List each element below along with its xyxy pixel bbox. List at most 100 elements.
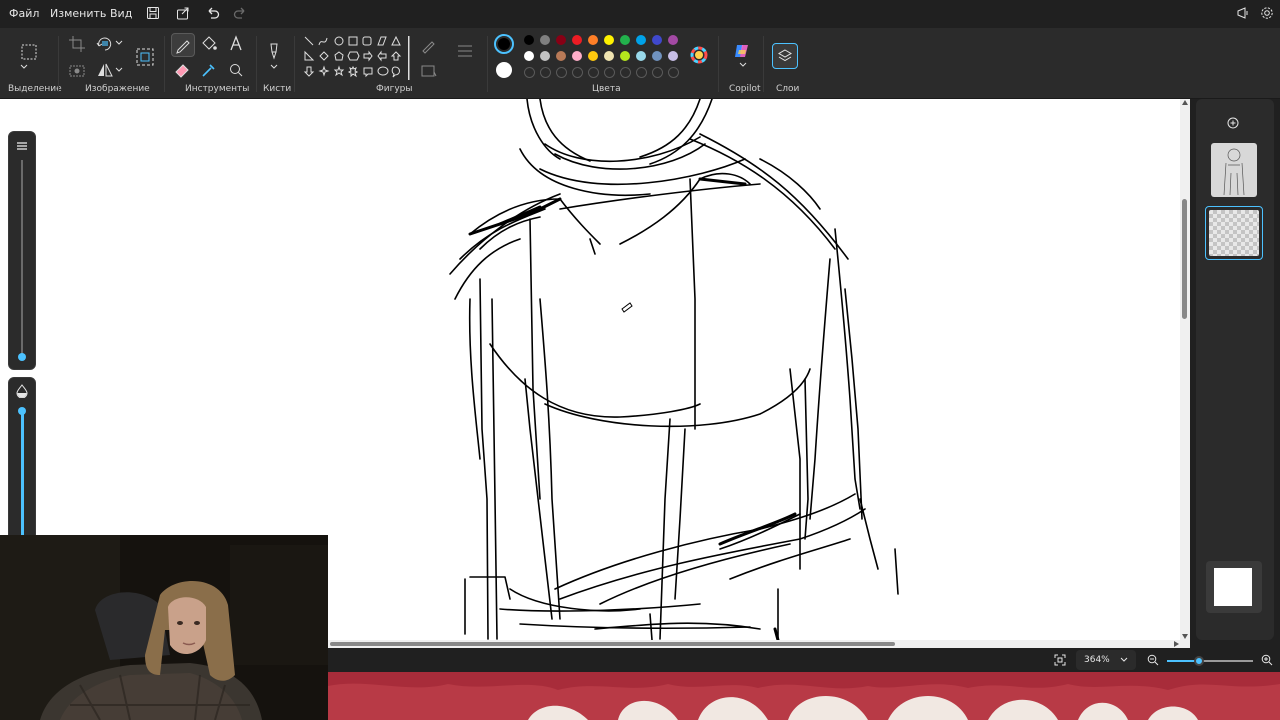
remove-background-icon[interactable] xyxy=(66,60,88,82)
layer-thumbnail-2-selected[interactable] xyxy=(1205,206,1263,260)
teeth-photo-image xyxy=(328,672,1280,720)
palette-color-swatch[interactable] xyxy=(572,51,582,61)
palette-color-swatch[interactable] xyxy=(636,35,646,45)
group-label-image: Изображение xyxy=(85,84,150,94)
menu-edit[interactable]: Изменить xyxy=(50,7,106,20)
opacity-drop-icon xyxy=(16,384,28,398)
save-icon[interactable] xyxy=(145,5,161,21)
custom-color-slot[interactable] xyxy=(652,67,663,78)
vertical-scroll-thumb[interactable] xyxy=(1182,199,1187,319)
palette-color-swatch[interactable] xyxy=(620,51,630,61)
ribbon-divider xyxy=(58,36,59,92)
webcam-overlay xyxy=(0,535,328,720)
group-label-brushes: Кисти xyxy=(263,84,292,94)
layers-panel xyxy=(1196,99,1274,640)
custom-color-slot[interactable] xyxy=(572,67,583,78)
settings-gear-icon[interactable] xyxy=(1259,5,1275,21)
custom-color-slot[interactable] xyxy=(556,67,567,78)
palette-color-swatch[interactable] xyxy=(524,35,534,45)
opacity-thumb[interactable] xyxy=(18,407,26,415)
palette-color-swatch[interactable] xyxy=(668,35,678,45)
edit-colors-icon[interactable] xyxy=(690,46,708,64)
resize-image-icon[interactable] xyxy=(134,46,156,68)
palette-color-swatch[interactable] xyxy=(588,35,598,45)
palette-color-swatch[interactable] xyxy=(604,51,614,61)
chevron-down-icon[interactable] xyxy=(268,62,280,72)
palette-color-swatch[interactable] xyxy=(652,35,662,45)
rectangle-select-icon[interactable] xyxy=(18,41,40,63)
secondary-color-swatch[interactable] xyxy=(496,62,512,78)
palette-color-swatch[interactable] xyxy=(556,51,566,61)
scroll-right-arrow-icon[interactable] xyxy=(1174,641,1179,647)
shape-fill-icon[interactable] xyxy=(418,60,440,82)
add-layer-icon[interactable] xyxy=(1227,117,1239,129)
palette-color-swatch[interactable] xyxy=(604,35,614,45)
redo-icon[interactable] xyxy=(232,5,248,21)
zoom-in-icon[interactable] xyxy=(1261,654,1273,666)
palette-color-swatch[interactable] xyxy=(524,51,534,61)
feedback-icon[interactable] xyxy=(1235,5,1251,21)
opacity-slider-panel xyxy=(8,377,36,549)
layers-toggle-button[interactable] xyxy=(772,43,798,69)
custom-color-slot[interactable] xyxy=(604,67,615,78)
palette-color-swatch[interactable] xyxy=(620,35,630,45)
share-icon[interactable] xyxy=(175,5,191,21)
custom-color-slot[interactable] xyxy=(620,67,631,78)
palette-color-swatch[interactable] xyxy=(572,35,582,45)
shapes-gallery-icon[interactable] xyxy=(302,34,410,84)
fill-bucket-icon[interactable] xyxy=(198,33,220,55)
custom-color-slot[interactable] xyxy=(668,67,679,78)
palette-color-swatch[interactable] xyxy=(556,35,566,45)
fit-to-window-icon[interactable] xyxy=(1054,654,1066,666)
menu-file[interactable]: Файл xyxy=(9,7,39,20)
chevron-down-icon xyxy=(1120,657,1128,662)
pencil-icon[interactable] xyxy=(171,33,195,57)
menu-view[interactable]: Вид xyxy=(110,7,132,20)
chevron-down-icon[interactable] xyxy=(737,61,749,69)
crop-icon[interactable] xyxy=(66,33,88,55)
transparent-layer-preview xyxy=(1209,210,1259,256)
zoom-slider-track[interactable] xyxy=(1199,660,1253,662)
custom-color-slot[interactable] xyxy=(540,67,551,78)
palette-color-swatch[interactable] xyxy=(668,51,678,61)
pencil-cursor-icon xyxy=(621,302,633,313)
palette-color-swatch[interactable] xyxy=(652,51,662,61)
scroll-down-arrow-icon[interactable] xyxy=(1182,634,1188,639)
chevron-down-icon[interactable] xyxy=(113,65,125,75)
undo-icon[interactable] xyxy=(205,5,221,21)
background-layer-slot[interactable] xyxy=(1206,561,1262,613)
line-size-icon[interactable] xyxy=(454,40,476,62)
vertical-scrollbar[interactable] xyxy=(1180,99,1190,640)
opacity-track[interactable] xyxy=(21,408,24,548)
ribbon-divider xyxy=(294,36,295,92)
primary-color-swatch[interactable] xyxy=(494,34,514,54)
palette-color-swatch[interactable] xyxy=(540,35,550,45)
palette-color-swatch[interactable] xyxy=(540,51,550,61)
size-icon xyxy=(17,142,27,150)
brush-size-thumb[interactable] xyxy=(18,353,26,361)
brush-size-slider-panel xyxy=(8,131,36,370)
brush-size-track[interactable] xyxy=(21,160,23,354)
shape-outline-icon[interactable] xyxy=(418,36,440,58)
eraser-icon[interactable] xyxy=(171,59,193,81)
custom-color-slot[interactable] xyxy=(588,67,599,78)
scroll-up-arrow-icon[interactable] xyxy=(1182,100,1188,105)
copilot-icon[interactable] xyxy=(733,42,751,60)
chevron-down-icon[interactable] xyxy=(113,38,125,48)
horizontal-scroll-thumb[interactable] xyxy=(330,642,895,646)
zoom-level-dropdown[interactable]: 364% xyxy=(1076,650,1136,670)
custom-color-slot[interactable] xyxy=(636,67,647,78)
magnifier-icon[interactable] xyxy=(225,59,247,81)
zoom-out-icon[interactable] xyxy=(1147,654,1159,666)
color-picker-icon[interactable] xyxy=(198,59,220,81)
brush-icon[interactable] xyxy=(263,40,285,62)
layer-thumbnail-1[interactable] xyxy=(1211,143,1257,197)
zoom-level-value: 364% xyxy=(1084,655,1110,665)
palette-color-swatch[interactable] xyxy=(588,51,598,61)
palette-color-swatch[interactable] xyxy=(636,51,646,61)
custom-color-slot[interactable] xyxy=(524,67,535,78)
background-layer-thumbnail xyxy=(1214,568,1252,606)
chevron-down-icon[interactable] xyxy=(18,61,30,71)
text-icon[interactable] xyxy=(225,33,247,55)
zoom-slider-thumb[interactable] xyxy=(1194,656,1204,666)
